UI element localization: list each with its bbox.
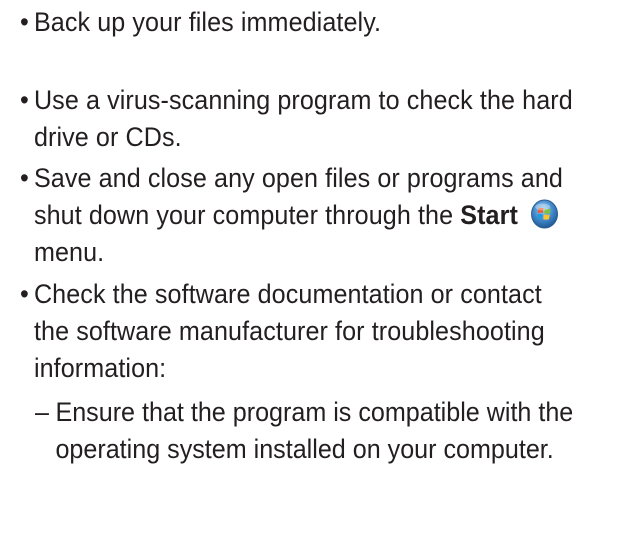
bullet-marker: • [20,163,29,193]
bullet-text-after: menu. [33,237,105,267]
bullet-text: Use a virus-scanning program to check th… [33,85,573,152]
windows-start-orb-icon [531,199,559,229]
document-page: • Back up your files immediately. • Use … [0,0,628,533]
bullet-item: • Use a virus-scanning program to check … [20,82,578,156]
sub-list-item: – Ensure that the program is compatible … [35,394,584,468]
bullet-text: Back up your files immediately. [33,7,382,37]
bullet-marker: • [20,7,29,37]
bullet-text: Check the software documentation or cont… [33,279,545,383]
start-menu-label: Start [460,200,518,230]
bullet-marker: • [20,279,29,309]
sub-item-text: Ensure that the program is compatible wi… [55,397,574,464]
bullet-marker: • [20,85,29,115]
dash-marker: – [35,397,49,427]
bullet-item: • Back up your files immediately. [20,4,578,41]
bullet-text: Save and close any open files or program… [34,160,578,271]
bullet-item: • Check the software documentation or co… [20,276,578,387]
bullet-item: • Save and close any open files or progr… [20,160,578,271]
